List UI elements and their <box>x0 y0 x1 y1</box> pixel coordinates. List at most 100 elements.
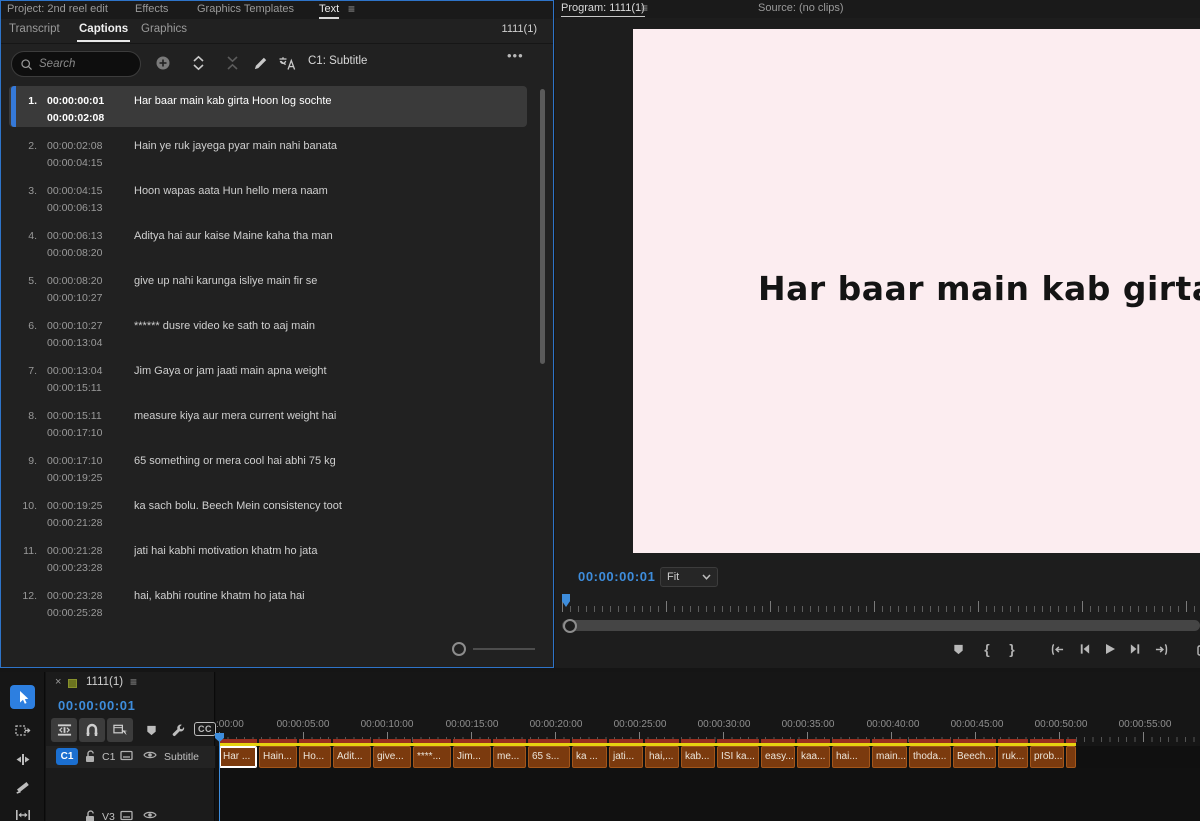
go-to-out-button[interactable] <box>1152 640 1170 658</box>
slip-tool[interactable] <box>10 803 35 821</box>
caption-clip[interactable]: jati... <box>609 746 643 768</box>
track-output-icon[interactable] <box>120 810 133 821</box>
caption-end-time: 00:00:13:04 <box>47 337 102 349</box>
caption-clip[interactable]: Ho... <box>299 746 331 768</box>
translate-icon[interactable] <box>274 50 300 76</box>
mark-out-button[interactable]: } <box>1003 640 1021 658</box>
caption-clip[interactable]: ISI ka... <box>717 746 759 768</box>
caption-clip[interactable]: kaa... <box>797 746 830 768</box>
caption-row[interactable]: 2.00:00:02:0800:00:04:15Hain ye ruk jaye… <box>1 131 553 176</box>
caption-track-target-badge[interactable]: C1 <box>56 748 78 765</box>
caption-row[interactable]: 11.00:00:21:2800:00:23:28jati hai kabhi … <box>1 536 553 581</box>
caption-clip[interactable]: ruk... <box>998 746 1028 768</box>
caption-row[interactable]: 4.00:00:06:1300:00:08:20Aditya hai aur k… <box>1 221 553 266</box>
program-scrollbar[interactable] <box>562 620 1200 631</box>
caption-clip[interactable]: ka ... <box>572 746 607 768</box>
step-back-button[interactable] <box>1075 640 1093 658</box>
track-output-icon[interactable] <box>120 750 133 761</box>
caption-clip[interactable] <box>1066 746 1076 768</box>
tab-graphics[interactable]: Graphics <box>141 23 187 35</box>
selection-tool[interactable] <box>10 685 35 709</box>
add-marker-button[interactable] <box>949 640 967 658</box>
caption-clip[interactable]: hai,... <box>645 746 679 768</box>
caption-clip[interactable]: Adit... <box>333 746 371 768</box>
zoom-level-dropdown[interactable]: Fit <box>660 567 718 587</box>
program-tab-bar: Program: 1111(1) ≡ Source: (no clips) <box>555 0 1200 18</box>
caption-row[interactable]: 9.00:00:17:1000:00:19:2565 something or … <box>1 446 553 491</box>
caption-end-time: 00:00:17:10 <box>47 427 102 439</box>
sequence-tab[interactable]: 1111(1) <box>86 676 123 688</box>
tab-graphics-templates[interactable]: Graphics Templates <box>197 3 294 15</box>
add-caption-button[interactable] <box>150 50 176 76</box>
export-frame-button[interactable] <box>1196 640 1200 658</box>
caption-row[interactable]: 10.00:00:19:2500:00:21:28ka sach bolu. B… <box>1 491 553 536</box>
mark-in-button[interactable]: { <box>978 640 996 658</box>
timeline-playhead-line[interactable] <box>219 733 220 821</box>
more-options-icon[interactable]: ••• <box>507 48 524 63</box>
caption-row[interactable]: 1.00:00:00:0100:00:02:08Har baar main ka… <box>1 86 553 131</box>
program-time-ruler[interactable] <box>562 596 1200 612</box>
search-box[interactable] <box>11 51 141 77</box>
program-timecode[interactable]: 00:00:00:01 <box>578 569 655 584</box>
caption-clip[interactable]: Hain... <box>259 746 297 768</box>
timeline-timecode[interactable]: 00:00:00:01 <box>58 698 135 713</box>
caption-clip[interactable]: Jim... <box>453 746 491 768</box>
timeline-marker-icon[interactable] <box>139 718 163 742</box>
caption-clip[interactable]: give... <box>373 746 411 768</box>
search-input[interactable] <box>39 58 127 70</box>
caption-clip[interactable]: thoda... <box>909 746 951 768</box>
play-button[interactable] <box>1101 640 1119 658</box>
tab-captions[interactable]: Captions <box>79 23 128 35</box>
tab-effects[interactable]: Effects <box>135 3 168 15</box>
zoom-level-value: Fit <box>667 571 679 583</box>
tab-text[interactable]: Text <box>319 3 339 15</box>
caption-clip[interactable]: Har ... <box>219 746 257 768</box>
snap-toggle-button[interactable] <box>79 718 105 742</box>
caption-clip[interactable]: Beech... <box>953 746 996 768</box>
program-menu-icon[interactable]: ≡ <box>641 1 648 15</box>
razor-tool[interactable] <box>10 775 35 799</box>
caption-row[interactable]: 7.00:00:13:0400:00:15:11Jim Gaya or jam … <box>1 356 553 401</box>
caption-row[interactable]: 3.00:00:04:1500:00:06:13Hoon wapas aata … <box>1 176 553 221</box>
tab-source[interactable]: Source: (no clips) <box>758 2 844 14</box>
split-caption-button[interactable] <box>185 50 211 76</box>
linked-selection-button[interactable] <box>107 718 133 742</box>
caption-clip[interactable]: easy... <box>761 746 795 768</box>
caption-row[interactable]: 12.00:00:23:2800:00:25:28hai, kabhi rout… <box>1 581 553 626</box>
caption-clip[interactable]: ****... <box>413 746 451 768</box>
lock-icon[interactable] <box>84 810 96 821</box>
captions-display-icon[interactable]: CC <box>194 722 216 736</box>
caption-row[interactable]: 5.00:00:08:2000:00:10:27give up nahi kar… <box>1 266 553 311</box>
timeline-menu-icon[interactable]: ≡ <box>130 675 137 689</box>
track-visibility-eye-icon[interactable] <box>143 750 157 760</box>
captions-zoom-handle[interactable] <box>452 642 466 656</box>
edit-caption-icon[interactable] <box>247 50 273 76</box>
step-forward-button[interactable] <box>1126 640 1144 658</box>
close-sequence-icon[interactable]: × <box>55 676 61 688</box>
merge-captions-button[interactable] <box>219 50 245 76</box>
lock-icon[interactable] <box>84 750 96 763</box>
panel-menu-icon[interactable]: ≡ <box>348 2 355 16</box>
tab-program[interactable]: Program: 1111(1) <box>561 2 645 14</box>
caption-clip[interactable]: hai... <box>832 746 870 768</box>
captions-scrollbar[interactable] <box>540 89 545 364</box>
program-scroll-handle[interactable] <box>563 619 577 633</box>
caption-clip[interactable]: 65 s... <box>528 746 570 768</box>
track-visibility-eye-icon[interactable] <box>143 810 157 820</box>
ruler-tick-label: 00:00:25:00 <box>614 719 667 730</box>
caption-row[interactable]: 6.00:00:10:2700:00:13:04****** dusre vid… <box>1 311 553 356</box>
timeline-settings-wrench-icon[interactable] <box>166 718 190 742</box>
caption-clip[interactable]: kab... <box>681 746 715 768</box>
track-select-forward-tool[interactable] <box>10 719 35 743</box>
go-to-in-button[interactable] <box>1048 640 1066 658</box>
tab-transcript[interactable]: Transcript <box>9 23 60 35</box>
caption-clip[interactable]: prob... <box>1030 746 1064 768</box>
caption-clip[interactable]: me... <box>493 746 526 768</box>
ripple-edit-tool[interactable] <box>10 747 35 771</box>
tab-project[interactable]: Project: 2nd reel edit <box>7 3 108 15</box>
caption-number: 12. <box>9 590 37 602</box>
caption-clip[interactable]: main... <box>872 746 907 768</box>
timeline-panel: × 1111(1) ≡ 00:00:00:01 CC C1 <box>0 672 1200 821</box>
caption-row[interactable]: 8.00:00:15:1100:00:17:10measure kiya aur… <box>1 401 553 446</box>
nest-insert-toggle-button[interactable] <box>51 718 77 742</box>
